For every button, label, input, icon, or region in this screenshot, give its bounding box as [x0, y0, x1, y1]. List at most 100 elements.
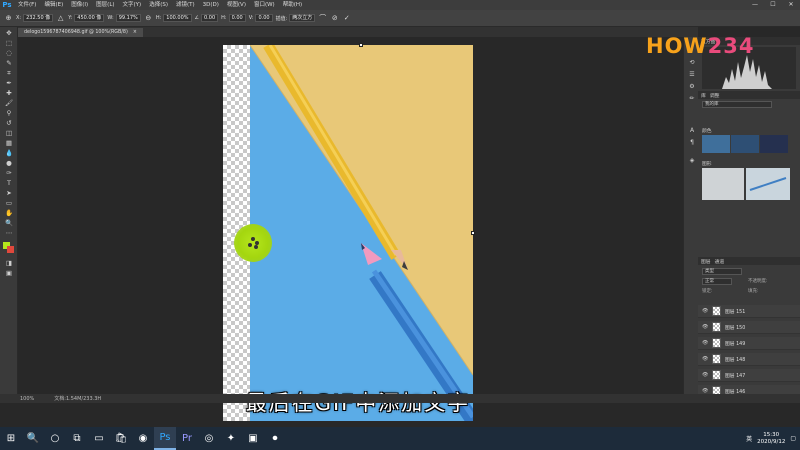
file-explorer-icon[interactable]: ▭ [88, 427, 110, 450]
stamp-tool-icon[interactable]: ⚲ [3, 109, 15, 117]
photoshop-taskbar-icon[interactable]: Ps [154, 427, 176, 450]
menu-select[interactable]: 选择(S) [145, 0, 172, 10]
x-field[interactable]: 232.50 像 [23, 14, 54, 22]
adjustments-tab[interactable]: 调整 [710, 92, 720, 99]
maximize-icon[interactable]: ☐ [764, 0, 782, 10]
task-view-icon[interactable]: ⧉ [66, 427, 88, 450]
zoom-level[interactable]: 100% [20, 396, 34, 402]
layer-row[interactable]: 👁 图层 148 [698, 353, 800, 366]
visibility-icon[interactable]: 👁 [702, 308, 708, 314]
premiere-taskbar-icon[interactable]: Pr [176, 427, 198, 450]
h-field[interactable]: 100.00% [163, 14, 192, 22]
eraser-tool-icon[interactable]: ◫ [3, 129, 15, 137]
history-brush-tool-icon[interactable]: ↺ [3, 119, 15, 127]
move-tool-icon[interactable]: ✥ [3, 29, 15, 37]
properties-panel-icon[interactable]: ⚙ [687, 83, 697, 91]
notification-icon[interactable]: ▢ [790, 435, 796, 442]
windows-start-icon[interactable]: ⊞ [0, 427, 22, 450]
cortana-icon[interactable]: ○ [44, 427, 66, 450]
chrome-icon[interactable]: ◉ [132, 427, 154, 450]
warp-icon[interactable]: ⌒ [318, 14, 327, 23]
eyedropper-tool-icon[interactable]: ✒ [3, 79, 15, 87]
menu-layer[interactable]: 图层(L) [92, 0, 118, 10]
minimize-icon[interactable]: — [746, 0, 764, 10]
visibility-icon[interactable]: 👁 [702, 340, 708, 346]
ime-indicator[interactable]: 英 [746, 434, 752, 443]
interpolation-select[interactable]: 两次立方 [289, 14, 316, 22]
link-icon[interactable]: ⊖ [144, 14, 153, 23]
hand-tool-icon[interactable]: ✋ [3, 209, 15, 217]
paragraph-panel-icon[interactable]: ¶ [687, 139, 697, 147]
layer-row[interactable]: 👁 图层 151 [698, 305, 800, 318]
quick-select-tool-icon[interactable]: ✎ [3, 59, 15, 67]
commit-icon[interactable]: ✓ [342, 14, 351, 23]
menu-help[interactable]: 帮助(H) [279, 0, 306, 10]
app-icon[interactable]: ◎ [198, 427, 220, 450]
lasso-tool-icon[interactable]: ◌ [3, 49, 15, 57]
menu-type[interactable]: 文字(Y) [119, 0, 146, 10]
type-tool-icon[interactable]: T [3, 179, 15, 187]
menu-edit[interactable]: 编辑(E) [40, 0, 67, 10]
screen-mode-icon[interactable]: ▣ [3, 269, 15, 277]
figure-app-icon[interactable]: ✦ [220, 427, 242, 450]
transform-handle-right[interactable] [471, 231, 475, 235]
menu-image[interactable]: 图像(I) [67, 0, 92, 10]
pen-tool-icon[interactable]: ✑ [3, 169, 15, 177]
menu-filter[interactable]: 滤镜(T) [172, 0, 199, 10]
layers-tab[interactable]: 图层 [701, 258, 711, 265]
library-select[interactable]: 我的库 [702, 101, 772, 108]
color-swatch-3[interactable] [760, 135, 788, 153]
marquee-tool-icon[interactable]: ⬚ [3, 39, 15, 47]
crop-tool-icon[interactable]: ⌗ [3, 69, 15, 77]
healing-tool-icon[interactable]: ✚ [3, 89, 15, 97]
channels-tab[interactable]: 通道 [715, 258, 725, 265]
libraries-tab[interactable]: 库 [701, 92, 706, 99]
transform-handle-top[interactable] [359, 43, 363, 47]
blend-mode-select[interactable]: 正常 [702, 278, 732, 285]
visibility-icon[interactable]: 👁 [702, 356, 708, 362]
vskew-field[interactable]: 0.00 [255, 14, 273, 22]
layer-filter-select[interactable]: 类型 [702, 268, 742, 275]
angle-field[interactable]: 0.00 [201, 14, 219, 22]
graphic-thumb-1[interactable] [702, 168, 744, 200]
graphic-thumb-2[interactable] [746, 168, 790, 200]
3d-panel-icon[interactable]: ◈ [687, 157, 697, 165]
zoom-tool-icon[interactable]: 🔍 [3, 219, 15, 227]
history-panel-icon[interactable]: ⟲ [687, 59, 697, 67]
blur-tool-icon[interactable]: 💧 [3, 149, 15, 157]
brush-tool-icon[interactable]: 🖌 [3, 99, 15, 107]
rectangle-tool-icon[interactable]: ▭ [3, 199, 15, 207]
background-color-swatch[interactable] [7, 246, 14, 253]
store-icon[interactable]: 🛍 [110, 427, 132, 450]
path-select-tool-icon[interactable]: ➤ [3, 189, 15, 197]
layer-row[interactable]: 👁 图层 150 [698, 321, 800, 334]
y-field[interactable]: 450.00 像 [74, 14, 105, 22]
quick-mask-icon[interactable]: ◨ [3, 259, 15, 267]
menu-file[interactable]: 文件(F) [14, 0, 40, 10]
canvas-area[interactable]: 最后在GIF中添加文字 [18, 37, 698, 421]
recorder-icon[interactable]: ⏺ [264, 427, 286, 450]
color-swatch-2[interactable] [731, 135, 759, 153]
clock[interactable]: 15:30 2020/9/12 [757, 432, 785, 446]
dodge-tool-icon[interactable]: ● [3, 159, 15, 167]
brush-panel-icon[interactable]: ✏ [687, 95, 697, 103]
adjust-panel-icon[interactable]: ☰ [687, 71, 697, 79]
hskew-field[interactable]: 0.00 [228, 14, 246, 22]
close-icon[interactable]: ✕ [782, 0, 800, 10]
transform-tool-icon[interactable]: ⊕ [4, 14, 13, 23]
reference-point-icon[interactable]: △ [56, 14, 65, 23]
cancel-icon[interactable]: ⊘ [330, 14, 339, 23]
more-tools-icon[interactable]: ⋯ [3, 229, 15, 237]
gradient-tool-icon[interactable]: ▦ [3, 139, 15, 147]
menu-3d[interactable]: 3D(D) [199, 0, 223, 10]
character-panel-icon[interactable]: A [687, 127, 697, 135]
layer-row[interactable]: 👁 图层 147 [698, 369, 800, 382]
layer-row[interactable]: 👁 图层 149 [698, 337, 800, 350]
document-tab[interactable]: delogo1596787406948.gif @ 100%(RGB/8) × [18, 28, 143, 37]
menu-view[interactable]: 视图(V) [223, 0, 250, 10]
w-field[interactable]: 99.17% [115, 14, 141, 22]
media-app-icon[interactable]: ▣ [242, 427, 264, 450]
visibility-icon[interactable]: 👁 [702, 372, 708, 378]
color-swatch-1[interactable] [702, 135, 730, 153]
search-icon[interactable]: 🔍 [22, 427, 44, 450]
